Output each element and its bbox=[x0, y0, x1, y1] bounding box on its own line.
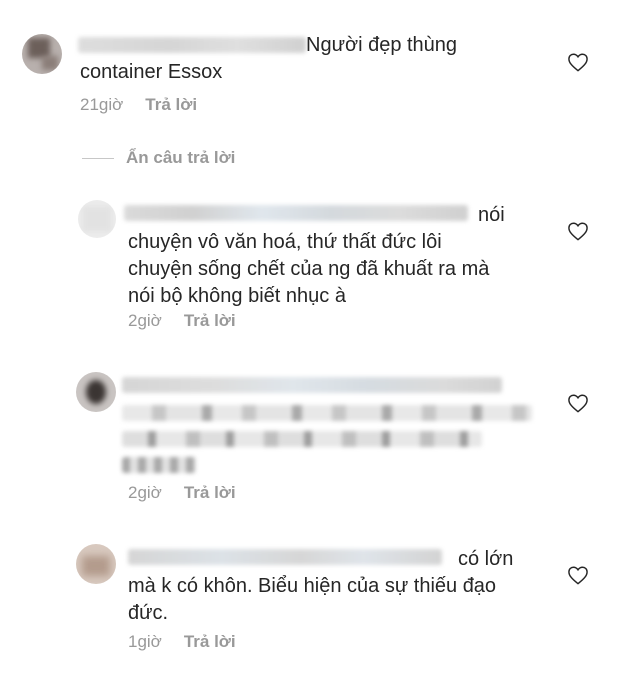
reply-button[interactable]: Trả lời bbox=[184, 632, 236, 651]
comment-text: mà k có khôn. Biểu hiện của sự thiếu đạo bbox=[128, 575, 497, 597]
like-heart-icon[interactable] bbox=[567, 565, 589, 585]
comment-meta: 1giờ Trả lời bbox=[128, 632, 236, 652]
comment-text: đức. bbox=[128, 602, 169, 624]
avatar[interactable] bbox=[76, 544, 116, 584]
comment-4: có lớn mà k có khôn. Biểu hiện của sự th… bbox=[0, 0, 620, 660]
timestamp: 1giờ bbox=[128, 632, 162, 651]
comment-text: có lớn bbox=[458, 548, 514, 570]
blurred-username[interactable] bbox=[128, 548, 442, 566]
